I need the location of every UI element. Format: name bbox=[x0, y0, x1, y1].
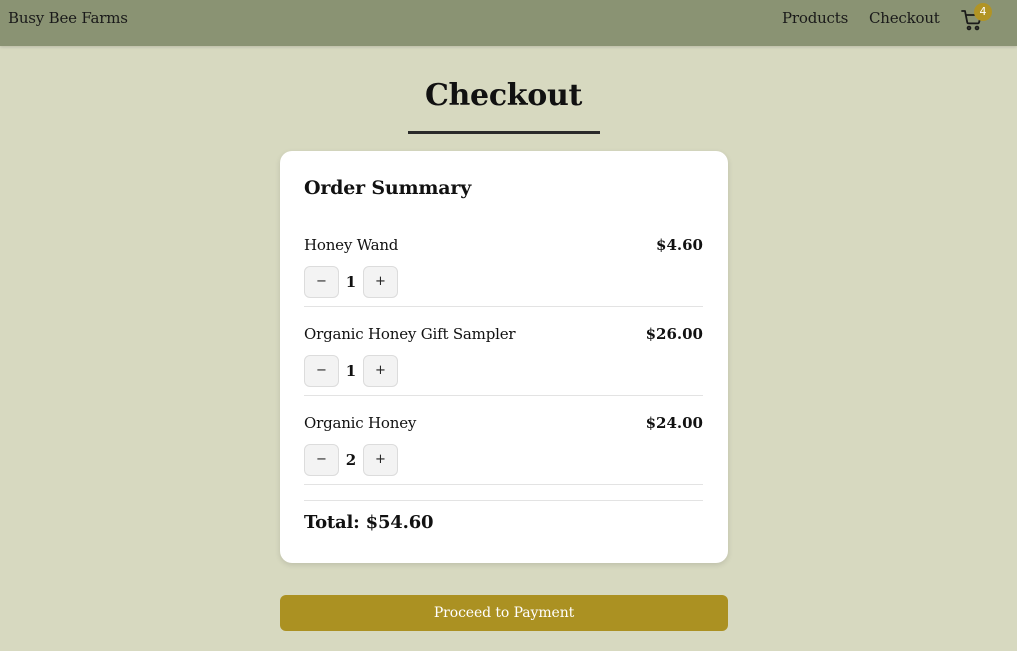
quantity-value: 1 bbox=[345, 273, 357, 291]
nav-checkout-link[interactable]: Checkout bbox=[869, 9, 940, 27]
page-title: Checkout bbox=[424, 78, 583, 113]
item-divider bbox=[304, 306, 703, 307]
nav-products-link[interactable]: Products bbox=[782, 9, 848, 27]
item-price: $24.00 bbox=[645, 414, 703, 432]
decrease-quantity-button[interactable]: − bbox=[304, 266, 339, 298]
item-divider bbox=[304, 395, 703, 396]
top-navbar: Busy Bee Farms Products Checkout 4 bbox=[0, 0, 1017, 46]
item-name: Organic Honey bbox=[304, 414, 417, 432]
quantity-stepper: − 1 + bbox=[304, 355, 398, 387]
item-divider bbox=[304, 484, 703, 485]
order-summary-card: Order Summary Honey Wand $4.60 − 1 + Org… bbox=[280, 151, 728, 563]
order-total: Total: $54.60 bbox=[304, 512, 434, 533]
cart-button[interactable]: 4 bbox=[960, 3, 992, 34]
increase-quantity-button[interactable]: + bbox=[363, 444, 398, 476]
increase-quantity-button[interactable]: + bbox=[363, 355, 398, 387]
order-summary-title: Order Summary bbox=[304, 177, 472, 199]
quantity-stepper: − 1 + bbox=[304, 266, 398, 298]
decrease-quantity-button[interactable]: − bbox=[304, 444, 339, 476]
proceed-to-payment-button[interactable]: Proceed to Payment bbox=[280, 595, 728, 631]
item-price: $26.00 bbox=[645, 325, 703, 343]
item-name: Organic Honey Gift Sampler bbox=[304, 325, 516, 343]
item-price: $4.60 bbox=[656, 236, 703, 254]
total-divider bbox=[304, 500, 703, 501]
item-name: Honey Wand bbox=[304, 236, 399, 254]
increase-quantity-button[interactable]: + bbox=[363, 266, 398, 298]
quantity-stepper: − 2 + bbox=[304, 444, 398, 476]
quantity-value: 2 bbox=[345, 451, 357, 469]
title-underline bbox=[408, 131, 600, 134]
quantity-value: 1 bbox=[345, 362, 357, 380]
brand-link[interactable]: Busy Bee Farms bbox=[8, 9, 128, 27]
decrease-quantity-button[interactable]: − bbox=[304, 355, 339, 387]
cart-count-badge: 4 bbox=[974, 3, 992, 21]
